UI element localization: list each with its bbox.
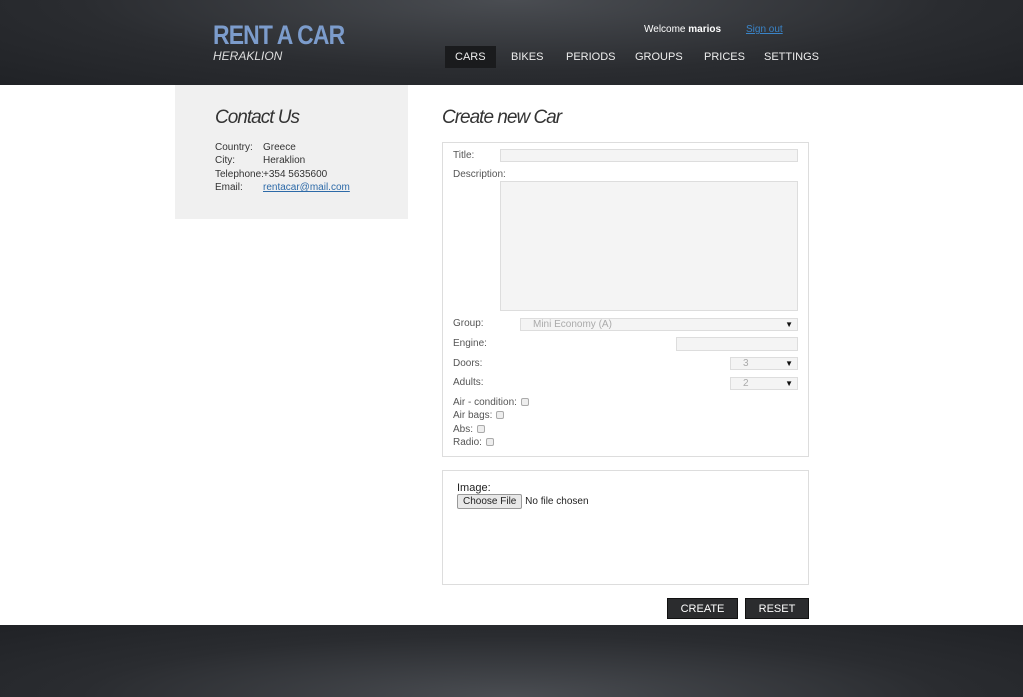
- abs-row: Abs:: [453, 424, 486, 435]
- group-label: Group:: [453, 318, 484, 329]
- dropdown-arrow-icon: ▼: [785, 359, 793, 368]
- dropdown-arrow-icon: ▼: [785, 379, 793, 388]
- title-input[interactable]: [500, 149, 798, 162]
- dropdown-arrow-icon: ▼: [785, 320, 793, 329]
- group-value: Mini Economy (A): [533, 319, 612, 330]
- adults-label: Adults:: [453, 377, 484, 388]
- create-button[interactable]: CREATE: [667, 598, 738, 619]
- nav-groups[interactable]: GROUPS: [625, 46, 693, 68]
- label: Telephone:: [215, 169, 264, 180]
- logo[interactable]: RENT A CAR: [213, 20, 345, 51]
- nav-cars[interactable]: CARS: [445, 46, 496, 68]
- choose-file-button[interactable]: Choose File: [457, 494, 523, 509]
- contact-panel: Contact Us Country: Greece City: Heraklion…: [175, 85, 408, 219]
- value: Greece: [263, 142, 296, 153]
- sign-out-link[interactable]: Sign out: [746, 24, 783, 35]
- image-label: Image:: [457, 482, 491, 494]
- contact-email: Email: rentacar@mail.com: [215, 182, 350, 193]
- doors-value: 3: [743, 358, 749, 369]
- label: Country:: [215, 142, 253, 153]
- radio-checkbox[interactable]: [485, 438, 494, 447]
- adults-select[interactable]: 2 ▼: [730, 377, 798, 390]
- doors-label: Doors:: [453, 358, 483, 369]
- email-link[interactable]: rentacar@mail.com: [263, 182, 350, 193]
- welcome-label: Welcome: [644, 24, 686, 35]
- nav-periods[interactable]: PERIODS: [556, 46, 626, 68]
- title-label: Title:: [453, 150, 475, 161]
- description-textarea[interactable]: [500, 181, 798, 311]
- value: Heraklion: [263, 155, 306, 166]
- adults-value: 2: [743, 378, 749, 389]
- contact-country: Country: Greece: [215, 142, 296, 153]
- footer: [0, 625, 1023, 697]
- label: City:: [215, 155, 235, 166]
- contact-telephone: Telephone:+354 5635600: [215, 169, 327, 180]
- image-upload-box: Image: Choose File No file chosen: [442, 470, 809, 585]
- no-file-text: No file chosen: [525, 496, 589, 507]
- doors-select[interactable]: 3 ▼: [730, 357, 798, 370]
- description-label: Description:: [453, 169, 506, 180]
- value: +354 5635600: [263, 169, 328, 180]
- header: RENT A CAR HERAKLION Welcome marios Sign…: [0, 0, 1023, 85]
- page-title: Create new Car: [442, 107, 562, 128]
- welcome-text: Welcome marios: [644, 24, 721, 35]
- username: marios: [688, 24, 722, 35]
- nav-settings[interactable]: SETTINGS: [754, 46, 829, 68]
- car-form: Title: Description: Group: Mini Economy …: [442, 142, 809, 457]
- group-select[interactable]: Mini Economy (A) ▼: [520, 318, 798, 331]
- air-condition-label: Air - condition:: [453, 397, 517, 408]
- label: Email:: [215, 182, 243, 193]
- nav-prices[interactable]: PRICES: [694, 46, 755, 68]
- air-condition-checkbox[interactable]: [520, 398, 529, 407]
- air-condition-row: Air - condition:: [453, 397, 529, 408]
- airbags-label: Air bags:: [453, 410, 493, 421]
- abs-checkbox[interactable]: [477, 425, 486, 434]
- nav-bikes[interactable]: BIKES: [501, 46, 553, 68]
- reset-button[interactable]: RESET: [745, 598, 809, 619]
- engine-label: Engine:: [453, 338, 487, 349]
- engine-input[interactable]: [676, 337, 798, 351]
- abs-label: Abs:: [453, 424, 474, 435]
- contact-city: City: Heraklion: [215, 155, 305, 166]
- file-input[interactable]: Choose File No file chosen: [457, 494, 589, 509]
- contact-title: Contact Us: [215, 107, 300, 128]
- logo-city: HERAKLION: [213, 49, 283, 63]
- radio-label: Radio:: [453, 437, 482, 448]
- radio-row: Radio:: [453, 437, 494, 448]
- airbags-row: Air bags:: [453, 410, 505, 421]
- airbags-checkbox[interactable]: [496, 411, 505, 420]
